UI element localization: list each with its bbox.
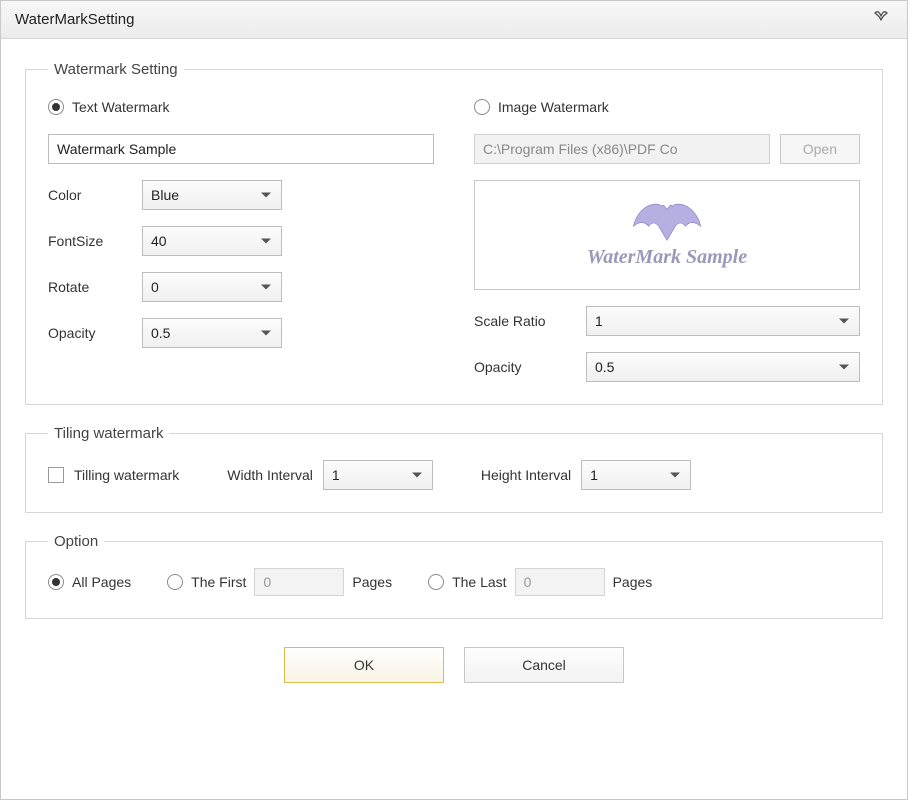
cancel-button-label: Cancel: [522, 657, 566, 673]
height-interval-label: Height Interval: [481, 467, 571, 483]
text-watermark-column: Text Watermark Watermark Sample Color Bl…: [48, 96, 434, 382]
fontsize-label: FontSize: [48, 233, 130, 249]
width-interval-value: 1: [332, 467, 340, 483]
cancel-button[interactable]: Cancel: [464, 647, 624, 683]
watermark-setting-dialog: WaterMarkSetting Watermark Setting Text …: [0, 0, 908, 800]
watermark-text-value: Watermark Sample: [57, 141, 176, 157]
watermark-setting-legend: Watermark Setting: [48, 61, 184, 78]
opacity-value: 0.5: [151, 325, 170, 341]
height-interval-combobox[interactable]: 1: [581, 460, 691, 490]
the-first-radio[interactable]: [167, 574, 183, 590]
tiling-checkbox-label: Tilling watermark: [74, 467, 179, 483]
tiling-watermark-group: Tiling watermark Tilling watermark Width…: [25, 425, 883, 513]
color-value: Blue: [151, 187, 179, 203]
option-legend: Option: [48, 533, 104, 550]
width-interval-label: Width Interval: [227, 467, 313, 483]
scale-ratio-label: Scale Ratio: [474, 313, 574, 329]
tiling-checkbox[interactable]: [48, 467, 64, 483]
rotate-value: 0: [151, 279, 159, 295]
image-opacity-label: Opacity: [474, 359, 574, 375]
close-icon[interactable]: [869, 9, 893, 31]
watermark-preview: WaterMark Sample: [474, 180, 860, 290]
the-last-label: The Last: [452, 574, 506, 590]
image-watermark-radio-label: Image Watermark: [498, 99, 609, 115]
last-pages-value: 0: [524, 574, 532, 590]
width-interval-combobox[interactable]: 1: [323, 460, 433, 490]
image-path-input[interactable]: C:\Program Files (x86)\PDF Co: [474, 134, 770, 164]
tiling-watermark-legend: Tiling watermark: [48, 425, 169, 442]
ok-button[interactable]: OK: [284, 647, 444, 683]
text-watermark-radio[interactable]: [48, 99, 64, 115]
window-title: WaterMarkSetting: [15, 11, 134, 28]
open-button[interactable]: Open: [780, 134, 860, 164]
the-first-label: The First: [191, 574, 246, 590]
scale-ratio-value: 1: [595, 313, 603, 329]
fontsize-value: 40: [151, 233, 167, 249]
text-watermark-radio-label: Text Watermark: [72, 99, 170, 115]
first-pages-input[interactable]: 0: [254, 568, 344, 596]
color-label: Color: [48, 187, 130, 203]
dialog-content: Watermark Setting Text Watermark Waterma…: [1, 39, 907, 799]
preview-text: WaterMark Sample: [587, 246, 747, 269]
image-opacity-combobox[interactable]: 0.5: [586, 352, 860, 382]
last-pages-input[interactable]: 0: [515, 568, 605, 596]
opacity-combobox[interactable]: 0.5: [142, 318, 282, 348]
ok-button-label: OK: [354, 657, 374, 673]
rotate-label: Rotate: [48, 279, 130, 295]
height-interval-value: 1: [590, 467, 598, 483]
color-combobox[interactable]: Blue: [142, 180, 282, 210]
all-pages-label: All Pages: [72, 574, 131, 590]
rotate-combobox[interactable]: 0: [142, 272, 282, 302]
fontsize-combobox[interactable]: 40: [142, 226, 282, 256]
the-last-radio[interactable]: [428, 574, 444, 590]
opacity-label: Opacity: [48, 325, 130, 341]
image-opacity-value: 0.5: [595, 359, 614, 375]
option-group: Option All Pages The First 0 Pages The L…: [25, 533, 883, 619]
last-pages-suffix: Pages: [613, 574, 653, 590]
watermark-setting-group: Watermark Setting Text Watermark Waterma…: [25, 61, 883, 405]
image-watermark-radio[interactable]: [474, 99, 490, 115]
first-pages-value: 0: [263, 574, 271, 590]
first-pages-suffix: Pages: [352, 574, 392, 590]
watermark-text-input[interactable]: Watermark Sample: [48, 134, 434, 164]
scale-ratio-combobox[interactable]: 1: [586, 306, 860, 336]
titlebar: WaterMarkSetting: [1, 1, 907, 39]
open-button-label: Open: [803, 141, 837, 157]
all-pages-radio[interactable]: [48, 574, 64, 590]
image-watermark-column: Image Watermark C:\Program Files (x86)\P…: [474, 96, 860, 382]
bat-icon: [632, 202, 702, 242]
dialog-footer: OK Cancel: [25, 639, 883, 703]
image-path-value: C:\Program Files (x86)\PDF Co: [483, 141, 677, 157]
